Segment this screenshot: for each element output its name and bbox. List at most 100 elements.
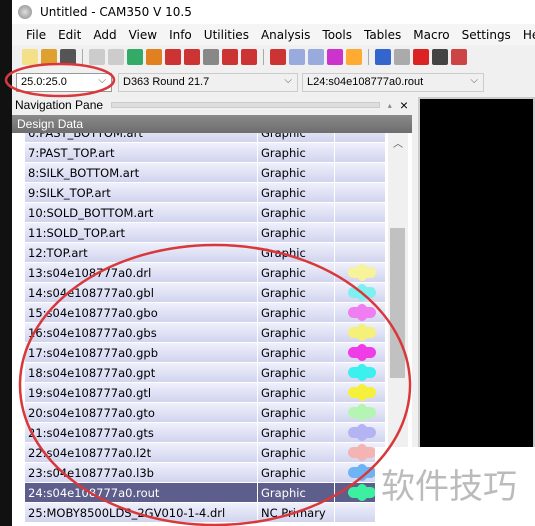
layer-row[interactable]: 7:PAST_TOP.art Graphic [25, 143, 385, 163]
menu-view[interactable]: View [123, 28, 163, 42]
open-icon[interactable] [41, 49, 57, 65]
layer-row[interactable]: 11:SOLD_TOP.art Graphic [25, 223, 385, 243]
layer-name: 13:s04e108777a0.drl [25, 263, 258, 282]
layer-row[interactable]: 13:s04e108777a0.drl Graphic [25, 263, 385, 283]
layer-select[interactable]: L24:s04e108777a0.rout ⌵ [302, 73, 484, 92]
mirror-icon[interactable] [451, 49, 467, 65]
pan-icon[interactable] [375, 49, 391, 65]
layer-color-cell[interactable] [335, 323, 385, 342]
layer-row[interactable]: 25:MOBY8500LDS_2GV010-1-4.drl NC Primary [25, 503, 385, 523]
menu-analysis[interactable]: Analysis [255, 28, 316, 42]
zoom-in-icon[interactable] [165, 49, 181, 65]
layer-row[interactable]: 10:SOLD_BOTTOM.art Graphic [25, 203, 385, 223]
layer-row[interactable]: 21:s04e108777a0.gts Graphic [25, 423, 385, 443]
scrollbar-thumb[interactable] [390, 228, 405, 378]
chevron-down-icon: ⌵ [284, 75, 292, 86]
layer-row[interactable]: 15:s04e108777a0.gbo Graphic [25, 303, 385, 323]
close-icon[interactable]: × [400, 97, 408, 113]
redraw-icon[interactable] [127, 49, 143, 65]
delete-icon[interactable] [413, 49, 429, 65]
layer-color-cell[interactable] [335, 263, 385, 282]
pane-grip[interactable] [111, 102, 380, 108]
menu-help[interactable]: Help [517, 28, 535, 42]
layers-icon[interactable] [346, 49, 362, 65]
layer-color-swatch-icon[interactable] [347, 484, 376, 501]
menu-settings[interactable]: Settings [456, 28, 517, 42]
layer-color-swatch-icon[interactable] [347, 464, 376, 481]
navigation-pane-title: Navigation Pane [15, 98, 104, 112]
pin-icon[interactable]: ▴ [388, 101, 392, 110]
layer-row[interactable]: 9:SILK_TOP.art Graphic [25, 183, 385, 203]
layer-row[interactable]: 6:PAST_BOTTOM.artGraphic [25, 133, 385, 143]
clear-icon[interactable] [146, 49, 162, 65]
new-icon[interactable] [22, 49, 38, 65]
scroll-up-icon[interactable]: ︿ [393, 135, 403, 150]
layer-row[interactable]: 24:s04e108777a0.rout Graphic [25, 483, 385, 503]
layer-color-swatch-icon[interactable] [347, 264, 376, 281]
toolbar [12, 46, 535, 68]
layer-color-swatch-icon[interactable] [347, 384, 376, 401]
menu-edit[interactable]: Edit [52, 28, 87, 42]
layer-color-cell[interactable] [335, 403, 385, 422]
layer-row[interactable]: 18:s04e108777a0.gpt Graphic [25, 363, 385, 383]
layer-color-cell[interactable] [335, 283, 385, 302]
layer-row[interactable]: 22:s04e108777a0.l2t Graphic [25, 443, 385, 463]
layer-color-cell[interactable] [335, 133, 385, 142]
dcode-value: D363 Round 21.7 [123, 76, 210, 88]
zoom-all-icon[interactable] [222, 49, 238, 65]
save-icon[interactable] [60, 49, 76, 65]
zoom-fit-icon[interactable] [241, 49, 257, 65]
layer-row[interactable]: 14:s04e108777a0.gbl Graphic [25, 283, 385, 303]
layer-row[interactable]: 23:s04e108777a0.l3b Graphic [25, 463, 385, 483]
zoom-out-icon[interactable] [184, 49, 200, 65]
layer-color-swatch-icon[interactable] [347, 304, 376, 321]
dcode-select[interactable]: D363 Round 21.7 ⌵ [118, 73, 298, 92]
layer-color-cell[interactable] [335, 203, 385, 222]
undo-icon[interactable] [89, 49, 105, 65]
menu-utilities[interactable]: Utilities [198, 28, 255, 42]
layer-color-cell[interactable] [335, 163, 385, 182]
menu-add[interactable]: Add [87, 28, 122, 42]
grid-icon[interactable] [289, 49, 305, 65]
layer-color-cell[interactable] [335, 243, 385, 262]
layer-row[interactable]: 17:s04e108777a0.gpb Graphic [25, 343, 385, 363]
layer-color-cell[interactable] [335, 223, 385, 242]
layer-color-swatch-icon[interactable] [347, 404, 376, 421]
layer-color-cell[interactable] [335, 423, 385, 442]
layer-color-swatch-icon[interactable] [347, 424, 376, 441]
layer-row[interactable]: 12:TOP.art Graphic [25, 243, 385, 263]
redo-icon[interactable] [108, 49, 124, 65]
zoom-select[interactable]: 25.0:25.0 ⌵ [16, 73, 112, 92]
menu-macro[interactable]: Macro [407, 28, 455, 42]
layer-color-cell[interactable] [335, 143, 385, 162]
layer-color-cell[interactable] [335, 183, 385, 202]
layer-row[interactable]: 20:s04e108777a0.gto Graphic [25, 403, 385, 423]
layer-color-swatch-icon[interactable] [347, 364, 376, 381]
layer-name: 18:s04e108777a0.gpt [25, 363, 258, 382]
layer-color-cell[interactable] [335, 303, 385, 322]
layer-name: 22:s04e108777a0.l2t [25, 443, 258, 462]
menu-tools[interactable]: Tools [316, 28, 358, 42]
layer-row[interactable]: 8:SILK_BOTTOM.art Graphic [25, 163, 385, 183]
layer-color-cell[interactable] [335, 363, 385, 382]
menu-tables[interactable]: Tables [358, 28, 407, 42]
insert-icon[interactable] [270, 49, 286, 65]
rotate-icon[interactable] [432, 49, 448, 65]
layer-row[interactable]: 16:s04e108777a0.gbs Graphic [25, 323, 385, 343]
grid-snap-icon[interactable] [308, 49, 324, 65]
layer-color-swatch-icon[interactable] [347, 344, 376, 361]
layer-color-swatch-icon[interactable] [347, 284, 376, 301]
design-data-header[interactable]: Design Data [12, 115, 412, 133]
copy-icon[interactable] [394, 49, 410, 65]
layer-row[interactable]: 19:s04e108777a0.gtl Graphic [25, 383, 385, 403]
layer-name: 21:s04e108777a0.gts [25, 423, 258, 442]
menu-info[interactable]: Info [163, 28, 198, 42]
layer-color-cell[interactable] [335, 343, 385, 362]
layer-color-swatch-icon[interactable] [347, 444, 376, 461]
layer-color-cell[interactable] [335, 383, 385, 402]
zoom-window-icon[interactable] [203, 49, 219, 65]
layer-color-swatch-icon[interactable] [347, 324, 376, 341]
title-bar: Untitled - CAM350 V 10.5 [12, 0, 535, 24]
color-icon[interactable] [327, 49, 343, 65]
menu-file[interactable]: File [20, 28, 52, 42]
